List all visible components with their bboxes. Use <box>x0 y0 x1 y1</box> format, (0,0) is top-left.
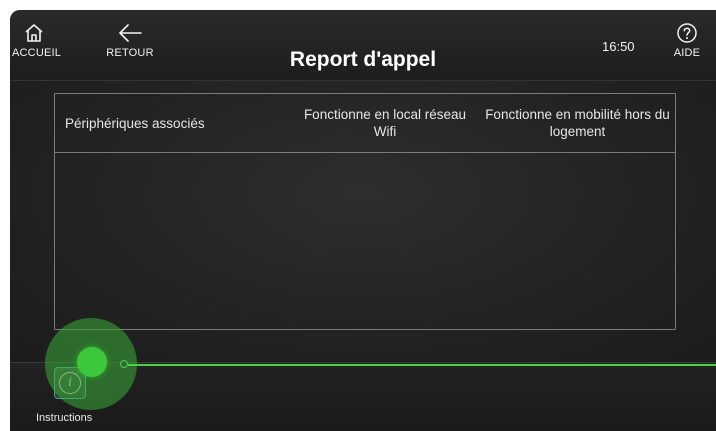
table-header: Périphériques associés Fonctionne en loc… <box>55 94 675 153</box>
home-icon <box>25 24 43 42</box>
clock: 16:50 <box>602 39 635 54</box>
info-icon: i <box>59 372 81 394</box>
instructions-button[interactable]: i <box>54 367 86 399</box>
arrow-left-icon <box>119 24 142 42</box>
column-header-local-wifi: Fonctionne en local réseau Wifi <box>303 107 467 139</box>
bottom-bar <box>10 362 716 431</box>
home-label: ACCUEIL <box>12 47 62 59</box>
content-area: Périphériques associés Fonctionne en loc… <box>10 81 716 362</box>
devices-table: Périphériques associés Fonctionne en loc… <box>54 93 676 330</box>
back-label: RETOUR <box>106 47 154 59</box>
help-label: AIDE <box>673 47 701 59</box>
question-icon <box>677 23 697 43</box>
instructions-label: Instructions <box>36 412 93 424</box>
help-button[interactable]: AIDE <box>667 22 707 59</box>
back-button[interactable]: RETOUR <box>104 22 156 59</box>
column-header-mobile: Fonctionne en mobilité hors du logement <box>485 107 670 139</box>
home-button[interactable]: ACCUEIL <box>12 22 62 59</box>
column-header-devices: Périphériques associés <box>65 115 205 131</box>
